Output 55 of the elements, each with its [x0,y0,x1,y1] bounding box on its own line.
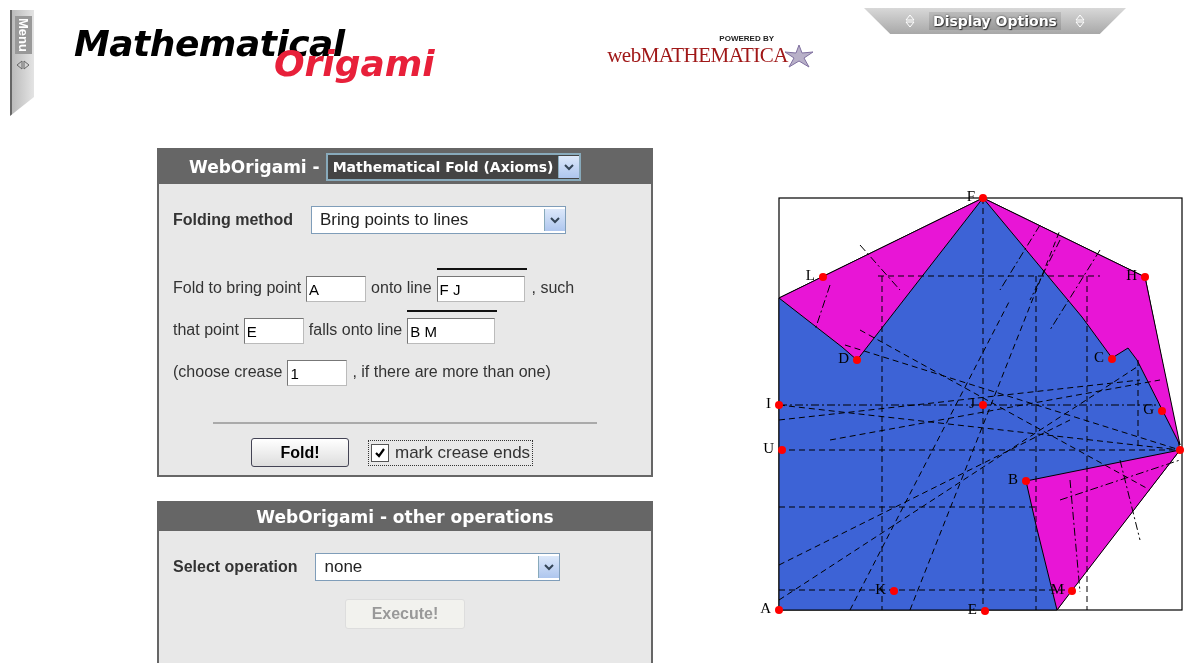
input-field[interactable]: F J [436,276,525,302]
point-marker [775,401,783,409]
instruction-text: onto line [371,278,432,298]
point-marker [1022,477,1030,485]
point-marker [778,446,786,454]
input-field[interactable]: B M [407,318,496,344]
point-label: K [875,581,886,597]
point-label: B [1008,471,1018,487]
instruction-text: that point [173,320,239,340]
folding-method-dropdown[interactable]: Bring points to lines [311,206,566,234]
point-label: J [969,395,975,411]
checkbox[interactable] [371,443,389,462]
input-field[interactable]: 1 [287,360,348,386]
instruction-text: (choose crease [173,362,283,382]
point-marker [775,606,783,614]
point-label: U [763,440,774,456]
point-marker [819,273,827,281]
point-label: G [1143,401,1154,417]
point-marker [890,587,898,595]
folding-method-label: Folding method [173,211,293,229]
panel-title: WebOrigami - other operations [256,507,554,527]
point-marker [1141,273,1149,281]
point-label: I [766,395,771,411]
point-label: E [967,601,977,617]
point-label: D [838,350,849,366]
fold-button[interactable]: Fold! [251,438,349,467]
panel-title: WebOrigami - [189,157,320,177]
input-field[interactable]: A [306,276,367,302]
point-marker [1068,587,1076,595]
point-marker [979,194,987,202]
point-marker [981,607,989,615]
up-down-arrows-icon [905,14,916,28]
powered-by-text: POWERED BY [719,34,774,43]
operation-dropdown[interactable]: none [315,553,561,581]
point-marker [1176,446,1184,454]
checkbox-label: mark crease ends [395,442,531,463]
mode-dropdown[interactable]: Mathematical Fold (Axioms) [325,153,582,181]
instruction-text: Fold to bring point [173,278,302,298]
checkmark-icon [374,446,386,459]
point-label: C [1094,349,1104,365]
left-right-arrows-icon [15,59,31,70]
point-marker [979,401,987,409]
point-label: L [805,267,815,283]
select-operation-label: Select operation [173,558,298,576]
input-field[interactable]: E [243,318,304,344]
point-marker [1158,407,1166,415]
instruction-text: , if there are more than one) [352,362,551,382]
point-label: H [1126,267,1137,283]
up-down-arrows-icon [1074,14,1085,28]
instruction-text: falls onto line [308,320,403,340]
point-marker [853,356,861,364]
webmathematica-logo: webMATHEMATICA [607,43,788,68]
point-marker [1108,355,1116,363]
point-label: A [760,600,771,616]
instruction-text: , such [531,278,575,298]
